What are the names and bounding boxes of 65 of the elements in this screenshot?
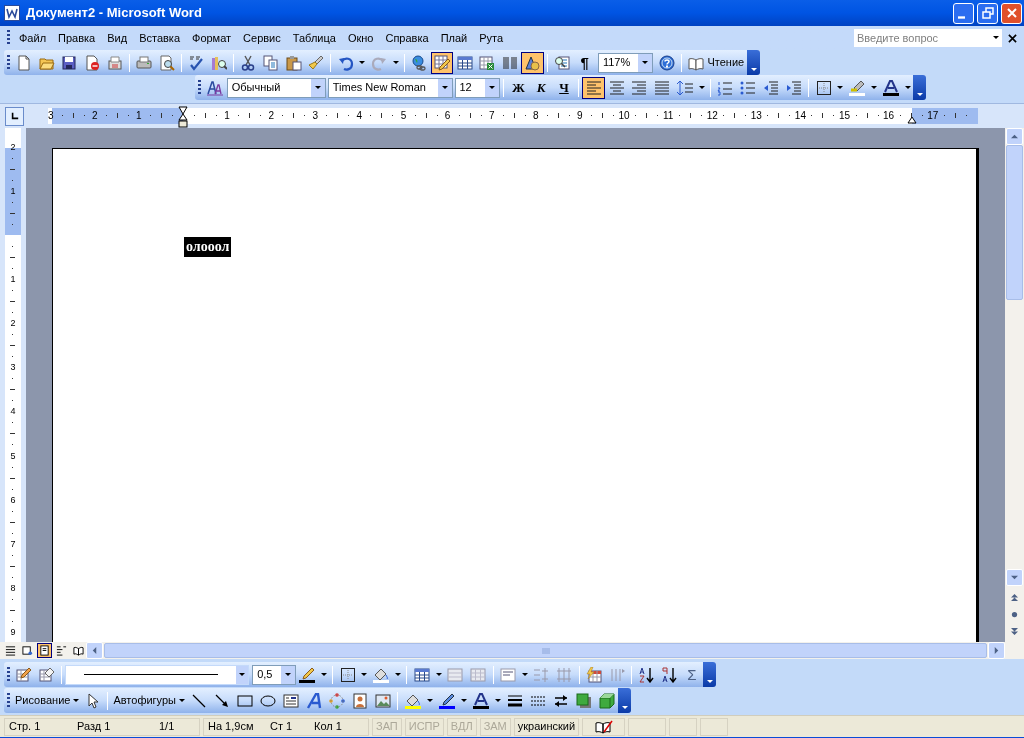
menu-item[interactable]: Окно	[341, 28, 380, 48]
font-size-dropdown[interactable]: 12	[454, 77, 501, 98]
status-text: Разд 1	[76, 719, 112, 735]
ruler-number: 9	[9, 626, 17, 637]
ruler-number: 4	[356, 109, 363, 123]
ruler-number: 16	[883, 109, 895, 123]
window-title: Документ2 - Microsoft Word	[26, 4, 203, 23]
ruler-number: 7	[9, 538, 17, 549]
autosum-button[interactable]: Σ	[680, 663, 704, 686]
document-text: олооол	[184, 237, 232, 257]
ruler-number: 13	[750, 109, 762, 123]
menu-item[interactable]: Правка	[52, 28, 102, 48]
ruler-number: 3	[312, 109, 319, 123]
ruler-number: 2	[9, 141, 17, 152]
ruler-number: 8	[533, 109, 539, 123]
menu-item[interactable]: Сервис	[237, 28, 287, 48]
menu-item[interactable]: Рута	[473, 28, 510, 48]
zoom-dropdown[interactable]: 117%	[597, 52, 653, 73]
ruler-number: 12	[706, 109, 718, 123]
ruler-number: 5	[400, 109, 407, 123]
italic-button[interactable]: К	[529, 76, 553, 99]
ruler-number: 4	[9, 406, 17, 417]
ruler-number: 1	[224, 109, 230, 123]
menu-item[interactable]: Плай	[434, 28, 474, 48]
bold-button[interactable]: Ж	[507, 76, 530, 99]
menu-item[interactable]: Файл	[13, 28, 53, 48]
font-dropdown[interactable]: Times New Roman	[327, 77, 453, 98]
drawing-menu-button[interactable]: Рисование	[13, 689, 82, 712]
menu-item[interactable]: Вид	[101, 28, 134, 48]
menu-item[interactable]: Вставка	[133, 28, 186, 48]
status-text: Кол 1	[313, 719, 343, 735]
ruler-number: 14	[794, 109, 806, 123]
status-text: 1/1	[158, 719, 176, 735]
ruler-number: 3	[47, 109, 54, 123]
ruler-number: 6	[444, 109, 451, 123]
ruler-number: 8	[9, 582, 17, 593]
status-text: Стр. 1	[8, 719, 42, 735]
status-text: На 1,9см	[207, 719, 255, 735]
ruler-number: 17	[927, 109, 939, 123]
ruler-number: 2	[9, 318, 17, 329]
ruler-number: 3	[9, 362, 17, 373]
ruler-number: 2	[268, 109, 274, 123]
menu-item[interactable]: Формат	[186, 28, 238, 48]
line-weight-dropdown[interactable]: 0,5	[252, 664, 296, 685]
ruler-number: 11	[662, 109, 674, 123]
reading-mode-button[interactable]: Чтение	[685, 51, 748, 74]
autoshapes-menu-button[interactable]: Автофигуры	[111, 689, 187, 712]
ruler-number: 5	[9, 450, 17, 461]
status-text: Ст 1	[269, 719, 294, 735]
ruler-number: 1	[9, 185, 17, 196]
ruler-number: 2	[92, 109, 98, 123]
ruler-number: 9	[577, 109, 583, 123]
ruler-number: 15	[838, 109, 851, 123]
ruler-number: 6	[9, 494, 17, 505]
underline-button[interactable]: Ч	[552, 76, 576, 99]
ruler-number: 7	[488, 109, 495, 123]
language-indicator: украинский	[513, 717, 580, 736]
menu-item[interactable]: Справка	[379, 28, 435, 48]
menu-item[interactable]: Таблица	[286, 28, 342, 48]
ruler-number: 1	[9, 274, 17, 285]
help-question-field[interactable]: Введите вопрос	[854, 29, 990, 47]
style-dropdown[interactable]: Обычный	[226, 77, 326, 98]
ruler-number: 10	[618, 109, 630, 123]
ruler-number: 1	[136, 109, 142, 123]
show-formatting-marks-button[interactable]: ¶	[573, 51, 596, 74]
